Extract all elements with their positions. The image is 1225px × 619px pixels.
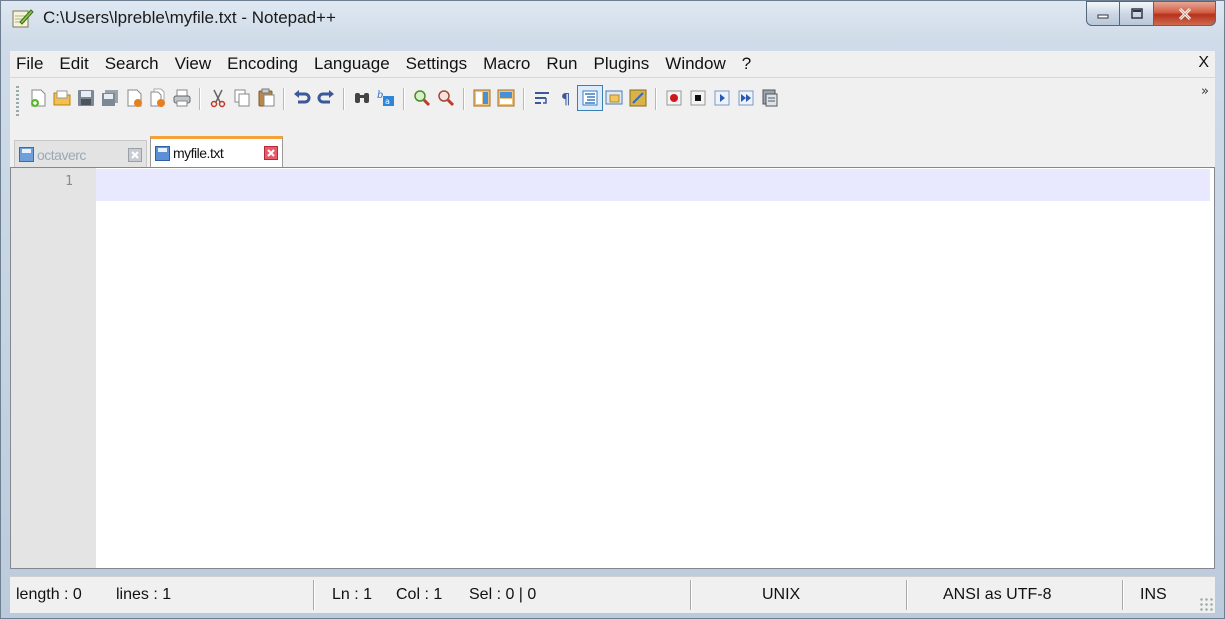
toolbar-overflow-button[interactable]: »	[1201, 84, 1209, 99]
toolbar: ba ¶ »	[10, 78, 1215, 124]
file-save-icon	[155, 145, 170, 161]
tab-myfile[interactable]: myfile.txt	[150, 136, 283, 168]
menu-run[interactable]: Run	[538, 54, 585, 74]
show-all-chars-icon[interactable]: ¶	[556, 88, 576, 108]
status-lines: lines : 1	[116, 586, 172, 603]
svg-text:b: b	[377, 90, 383, 101]
indent-guide-icon[interactable]	[577, 85, 603, 111]
window-title: C:\Users\lpreble\myfile.txt - Notepad++	[43, 8, 336, 27]
status-divider	[313, 580, 315, 610]
tab-close-icon[interactable]	[128, 147, 142, 162]
tab-close-icon[interactable]	[264, 146, 278, 160]
status-sel: Sel : 0 | 0	[469, 586, 537, 603]
toolbar-separator	[283, 88, 285, 110]
user-defined-language-icon[interactable]	[604, 88, 624, 108]
toolbar-separator	[343, 88, 345, 110]
menu-macro[interactable]: Macro	[475, 54, 538, 74]
save-macro-icon[interactable]	[760, 88, 780, 108]
status-divider	[690, 580, 692, 610]
find-icon[interactable]	[352, 88, 372, 108]
function-list-icon[interactable]	[628, 88, 648, 108]
toolbar-separator	[655, 88, 657, 110]
zoom-in-icon[interactable]	[412, 88, 432, 108]
status-col: Col : 1	[396, 586, 443, 603]
close-icon	[1178, 7, 1191, 20]
tab-bar: octaverc myfile.txt	[10, 123, 1215, 168]
tab-octaverc[interactable]: octaverc	[14, 140, 147, 168]
title-bar[interactable]: C:\Users\lpreble\myfile.txt - Notepad++	[1, 1, 1224, 45]
editor-pane[interactable]: 1	[10, 167, 1215, 569]
status-bar: length : 0 lines : 1 Ln : 1 Col : 1 Sel …	[10, 576, 1215, 613]
file-save-icon	[19, 147, 34, 162]
close-all-icon[interactable]	[148, 88, 168, 108]
cut-icon[interactable]	[208, 88, 228, 108]
sync-horizontal-icon[interactable]	[496, 88, 516, 108]
playback-macro-icon[interactable]	[712, 88, 732, 108]
menu-window[interactable]: Window	[657, 54, 733, 74]
notepad-app-icon	[12, 7, 34, 29]
caption-buttons	[1086, 1, 1216, 29]
redo-icon[interactable]	[316, 88, 336, 108]
menu-bar: File Edit Search View Encoding Language …	[10, 51, 1215, 77]
save-all-icon[interactable]	[100, 88, 120, 108]
paste-icon[interactable]	[256, 88, 276, 108]
close-file-icon[interactable]	[124, 88, 144, 108]
line-number-gutter[interactable]: 1	[11, 168, 96, 568]
toolbar-grip[interactable]	[16, 86, 19, 116]
new-file-icon[interactable]	[28, 88, 48, 108]
status-encoding[interactable]: ANSI as UTF-8	[943, 577, 1051, 613]
replace-icon[interactable]: ba	[376, 88, 396, 108]
minimize-icon	[1097, 14, 1109, 18]
menu-help[interactable]: ?	[734, 54, 759, 74]
open-file-icon[interactable]	[52, 88, 72, 108]
copy-icon[interactable]	[232, 88, 252, 108]
toolbar-separator	[523, 88, 525, 110]
stop-recording-icon[interactable]	[688, 88, 708, 108]
svg-text:a: a	[385, 97, 390, 106]
undo-icon[interactable]	[292, 88, 312, 108]
toolbar-separator	[403, 88, 405, 110]
menu-view[interactable]: View	[167, 54, 220, 74]
run-macro-multiple-icon[interactable]	[736, 88, 756, 108]
notepad-plus-plus-window: C:\Users\lpreble\myfile.txt - Notepad++ …	[0, 0, 1225, 619]
svg-text:¶: ¶	[561, 90, 571, 108]
status-ln: Ln : 1	[332, 586, 373, 603]
menu-plugins[interactable]: Plugins	[586, 54, 658, 74]
maximize-button[interactable]	[1120, 1, 1154, 26]
close-window-button[interactable]	[1154, 1, 1216, 26]
save-icon[interactable]	[76, 88, 96, 108]
current-line-highlight[interactable]	[96, 169, 1210, 201]
status-insert-mode[interactable]: INS	[1140, 577, 1167, 613]
toolbar-separator	[463, 88, 465, 110]
menu-settings[interactable]: Settings	[398, 54, 475, 74]
toolbar-separator	[199, 88, 201, 110]
record-macro-icon[interactable]	[664, 88, 684, 108]
sync-vertical-icon[interactable]	[472, 88, 492, 108]
tab-label: octaverc	[37, 146, 86, 163]
text-area[interactable]	[96, 202, 1214, 568]
menu-search[interactable]: Search	[97, 54, 167, 74]
status-eol[interactable]: UNIX	[762, 577, 800, 613]
resize-grip[interactable]	[1199, 597, 1213, 611]
print-icon[interactable]	[172, 88, 192, 108]
status-divider	[906, 580, 908, 610]
close-document-button[interactable]: X	[1198, 54, 1209, 72]
status-divider	[1122, 580, 1124, 610]
status-length: length : 0	[16, 586, 82, 603]
zoom-out-icon[interactable]	[436, 88, 456, 108]
menu-encoding[interactable]: Encoding	[219, 54, 306, 74]
menu-language[interactable]: Language	[306, 54, 398, 74]
minimize-button[interactable]	[1086, 1, 1120, 26]
word-wrap-icon[interactable]	[532, 88, 552, 108]
menu-edit[interactable]: Edit	[51, 54, 96, 74]
menu-file[interactable]: File	[10, 54, 51, 74]
line-number: 1	[65, 174, 73, 189]
tab-label: myfile.txt	[173, 145, 224, 161]
maximize-icon	[1130, 7, 1143, 19]
